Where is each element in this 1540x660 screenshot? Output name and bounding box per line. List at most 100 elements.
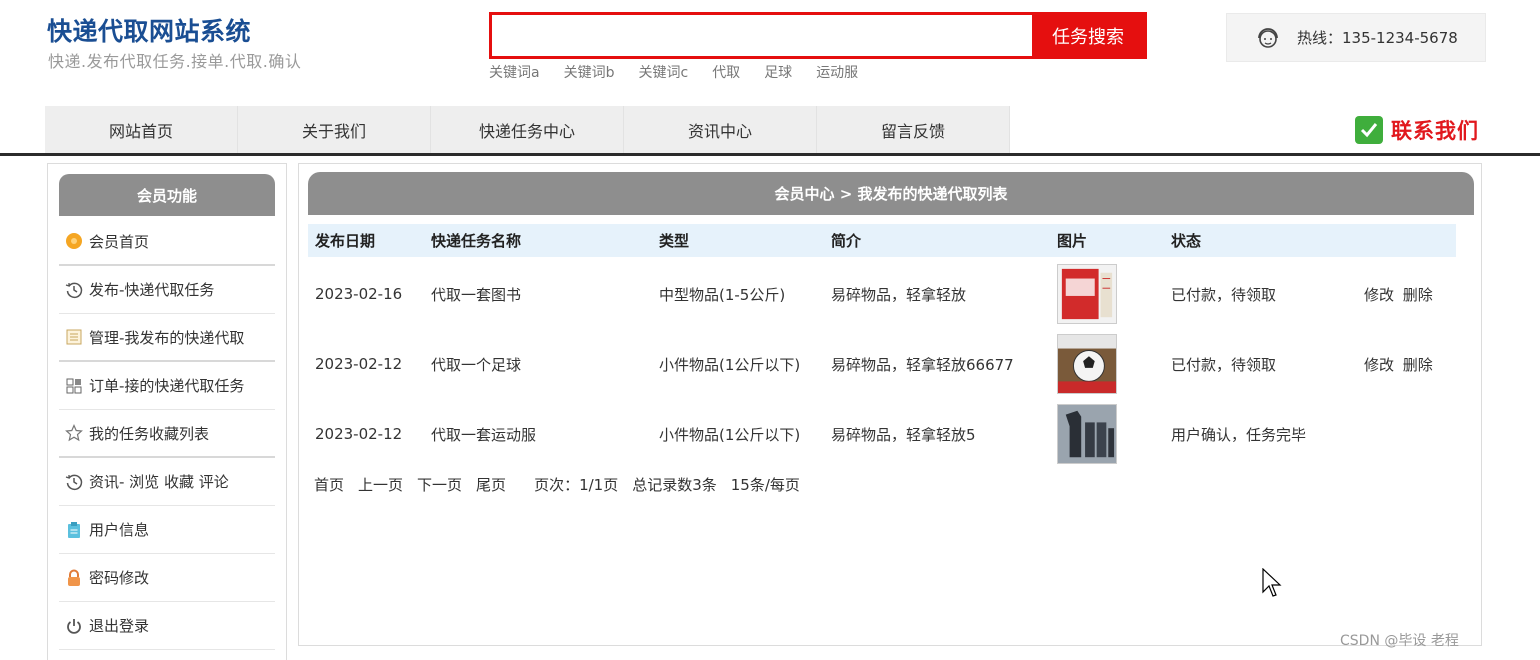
cell-name: 代取一套运动服: [431, 425, 537, 444]
sidebar-item-password[interactable]: 密码修改: [59, 554, 275, 602]
breadcrumb: 会员中心 > 我发布的快递代取列表: [308, 172, 1474, 215]
sportswear-image: [1057, 404, 1117, 464]
column-header: 类型: [659, 232, 690, 250]
sidebar-item-logout[interactable]: 退出登录: [59, 602, 275, 650]
cell-type: 小件物品(1公斤以下): [659, 355, 801, 374]
column-header: 快递任务名称: [431, 232, 522, 250]
sidebar-item-label: 管理-我发布的快递代取: [89, 328, 245, 347]
delete-link[interactable]: 删除: [1403, 356, 1433, 374]
edit-link[interactable]: 修改: [1364, 286, 1394, 304]
sidebar-item-orders[interactable]: 订单-接的快递代取任务: [59, 362, 275, 410]
cell-type: 中型物品(1-5公斤): [659, 285, 786, 304]
sidebar-item-news[interactable]: 资讯- 浏览 收藏 评论: [59, 458, 275, 506]
contact-us-link[interactable]: 联系我们: [1355, 115, 1479, 145]
cell-status: 已付款，待领取: [1171, 285, 1277, 304]
keyword-link[interactable]: 关键词b: [564, 62, 615, 82]
member-sidebar: 会员功能 会员首页 发布-快递代取任务 管理-我发布的快递代取 订单-接的快递代…: [47, 163, 287, 660]
list-doc-icon: [66, 329, 82, 345]
table-row: 2023-02-12 代取一个足球 小件物品(1公斤以下) 易碎物品，轻拿轻放6…: [308, 329, 1456, 399]
sidebar-menu: 会员首页 发布-快递代取任务 管理-我发布的快递代取 订单-接的快递代取任务 我…: [59, 218, 275, 650]
table-header: 发布日期 快递任务名称 类型 简介 图片 状态: [308, 224, 1456, 257]
pager-last[interactable]: 尾页: [476, 474, 506, 495]
football-image: [1057, 334, 1117, 394]
pager-page-info: 页次：1/1页: [534, 476, 619, 494]
nav-item-feedback[interactable]: 留言反馈: [817, 106, 1010, 154]
sidebar-item-label: 发布-快递代取任务: [89, 281, 215, 299]
sidebar-item-label: 订单-接的快递代取任务: [89, 377, 245, 395]
lock-icon: [68, 569, 80, 586]
sidebar-item-publish-task[interactable]: 发布-快递代取任务: [59, 266, 275, 314]
keyword-link[interactable]: 代取: [712, 62, 740, 82]
nav-divider: [0, 153, 1540, 156]
cell-date: 2023-02-16: [315, 285, 403, 303]
pager-prev[interactable]: 上一页: [358, 474, 403, 495]
orange-dot-icon: [66, 233, 82, 249]
sidebar-item-member-home[interactable]: 会员首页: [59, 218, 275, 266]
table-row: 2023-02-16 代取一套图书 中型物品(1-5公斤) 易碎物品，轻拿轻放 …: [308, 259, 1456, 329]
main-nav: 网站首页 关于我们 快递任务中心 资讯中心 留言反馈: [45, 106, 1010, 154]
sidebar-item-manage-tasks[interactable]: 管理-我发布的快递代取: [59, 314, 275, 362]
column-header: 状态: [1171, 232, 1202, 250]
sidebar-item-user-info[interactable]: 用户信息: [59, 506, 275, 554]
history-icon: [65, 282, 83, 298]
nav-item-news[interactable]: 资讯中心: [624, 106, 817, 154]
nav-item-home[interactable]: 网站首页: [45, 106, 238, 154]
hotline-text: 热线：135-1234-5678: [1297, 29, 1458, 47]
cell-name: 代取一个足球: [431, 355, 522, 374]
pagination: 首页 上一页 下一页 尾页 页次：1/1页 总记录数3条 15条/每页: [314, 474, 814, 495]
cell-date: 2023-02-12: [315, 425, 403, 443]
nav-item-tasks[interactable]: 快递任务中心: [431, 106, 624, 154]
sidebar-item-label: 会员首页: [89, 232, 150, 251]
table-row: 2023-02-12 代取一套运动服 小件物品(1公斤以下) 易碎物品，轻拿轻放…: [308, 399, 1456, 469]
site-subtitle: 快递.发布代取任务.接单.代取.确认: [48, 52, 302, 71]
sidebar-item-label: 密码修改: [89, 569, 150, 587]
site-title: 快递代取网站系统: [47, 17, 252, 46]
power-icon: [67, 618, 81, 634]
column-header: 发布日期: [315, 232, 376, 250]
nav-item-about[interactable]: 关于我们: [238, 106, 431, 154]
hotline-box: 热线：135-1234-5678: [1226, 13, 1486, 62]
row-actions: 修改 删除: [1364, 284, 1437, 305]
edit-link[interactable]: 修改: [1364, 356, 1394, 374]
sidebar-title: 会员功能: [59, 174, 275, 216]
search-button[interactable]: 任务搜索: [1032, 15, 1144, 56]
cell-status: 已付款，待领取: [1171, 355, 1277, 374]
sidebar-item-favorites[interactable]: 我的任务收藏列表: [59, 410, 275, 458]
search-box: 任务搜索: [489, 12, 1147, 59]
keyword-link[interactable]: 足球: [764, 62, 792, 82]
sidebar-item-label: 资讯- 浏览 收藏 评论: [89, 473, 229, 491]
cell-name: 代取一套图书: [431, 285, 522, 304]
sidebar-item-label: 用户信息: [89, 521, 150, 539]
mouse-cursor-icon: [1262, 568, 1282, 597]
search-input[interactable]: [492, 15, 1032, 56]
pager-total: 总记录数3条: [632, 476, 717, 494]
cell-status: 用户确认，任务完毕: [1171, 425, 1307, 444]
history-icon: [65, 474, 83, 490]
cell-desc: 易碎物品，轻拿轻放66677: [831, 355, 1014, 374]
cell-type: 小件物品(1公斤以下): [659, 425, 801, 444]
keyword-link[interactable]: 关键词c: [638, 62, 688, 82]
sidebar-item-label: 我的任务收藏列表: [89, 424, 210, 443]
contact-us-label: 联系我们: [1391, 119, 1479, 143]
book-image: [1057, 264, 1117, 324]
pager-per-page: 15条/每页: [730, 476, 800, 494]
grid-icon: [66, 378, 82, 393]
sidebar-item-label: 退出登录: [89, 617, 150, 635]
cell-desc: 易碎物品，轻拿轻放5: [831, 425, 976, 444]
watermark: CSDN @毕设 老程: [1340, 633, 1459, 649]
keyword-list: 关键词a 关键词b 关键词c 代取 足球 运动服: [489, 62, 882, 82]
headset-icon: [1258, 27, 1278, 48]
row-actions: 修改 删除: [1364, 354, 1437, 375]
delete-link[interactable]: 删除: [1403, 286, 1433, 304]
pager-first[interactable]: 首页: [314, 474, 344, 495]
keyword-link[interactable]: 关键词a: [489, 62, 540, 82]
keyword-link[interactable]: 运动服: [816, 62, 858, 82]
pager-next[interactable]: 下一页: [417, 474, 462, 495]
cell-desc: 易碎物品，轻拿轻放: [831, 285, 967, 304]
clipboard-icon: [68, 521, 80, 538]
checkmark-icon: [1355, 116, 1383, 144]
column-header: 简介: [831, 232, 862, 250]
main-panel: 会员中心 > 我发布的快递代取列表 发布日期 快递任务名称 类型 简介 图片 状…: [298, 163, 1482, 646]
column-header: 图片: [1057, 232, 1088, 250]
star-icon: [65, 424, 83, 442]
